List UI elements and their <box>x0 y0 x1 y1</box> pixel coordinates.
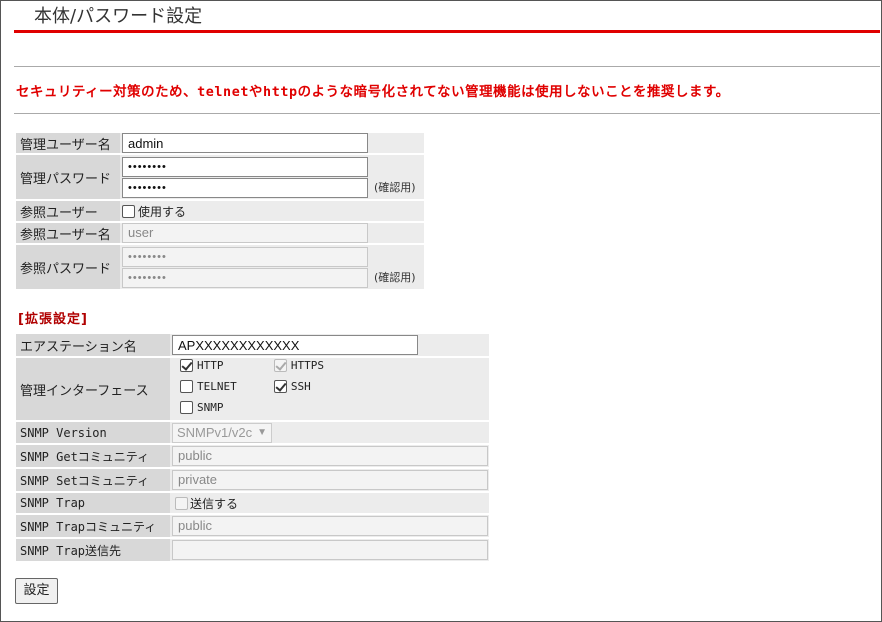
airstation-name-cell <box>170 332 489 356</box>
snmp-trap-label: SNMP Trap <box>16 491 170 513</box>
snmp-trap-dest-input[interactable] <box>172 540 488 560</box>
snmp-trap-send-label: 送信する <box>190 496 239 511</box>
snmp-trap-community-label: SNMP Trapコミュニティ <box>16 513 170 537</box>
ssh-checkbox[interactable] <box>273 380 287 393</box>
airstation-name-label: エアステーション名 <box>16 332 170 356</box>
mgmt-interface-label: 管理インターフェース <box>16 356 170 420</box>
divider <box>14 113 880 114</box>
snmp-checkbox[interactable] <box>180 401 193 414</box>
ref-user-use-label: 使用する <box>138 204 187 219</box>
admin-user-input[interactable] <box>122 133 368 153</box>
admin-password-label: 管理パスワード <box>16 153 120 199</box>
snmp-trap-cell: 送信する <box>170 491 489 513</box>
mgmt-interface-cell: HTTP HTTPS TELNET SSH SNMP <box>170 356 489 420</box>
snmp-trap-dest-label: SNMP Trap送信先 <box>16 537 170 561</box>
ref-password-label: 参照パスワード <box>16 243 120 289</box>
snmp-trap-community-cell: public <box>170 513 489 537</box>
airstation-name-input[interactable] <box>172 335 418 355</box>
ssh-label: SSH <box>290 380 311 393</box>
snmp-set-label: SNMP Setコミュニティ <box>16 467 170 491</box>
ref-user-label: 参照ユーザー <box>16 199 120 221</box>
telnet-checkbox[interactable] <box>180 380 193 393</box>
https-checkbox[interactable] <box>273 359 287 372</box>
snmp-version-cell: SNMPv1/v2c ▼ <box>170 420 489 443</box>
submit-button[interactable]: 設定 <box>15 578 58 604</box>
admin-user-label: 管理ユーザー名 <box>16 131 120 153</box>
ref-user-name-cell: user <box>120 221 424 243</box>
snmp-label: SNMP <box>197 401 224 414</box>
admin-user-cell <box>120 131 424 153</box>
snmp-version-label: SNMP Version <box>16 420 170 443</box>
ref-user-use-checkbox[interactable] <box>122 204 135 218</box>
snmp-trap-dest-cell <box>170 537 489 561</box>
snmp-trap-checkbox[interactable] <box>175 496 188 510</box>
ref-user-name-label: 参照ユーザー名 <box>16 221 120 243</box>
ref-user-name-input[interactable]: user <box>122 223 368 243</box>
snmp-set-cell: private <box>170 467 489 491</box>
http-label: HTTP <box>197 359 224 372</box>
ref-confirm-note: (確認用) <box>374 271 416 284</box>
extended-section-title: [拡張設定] <box>18 312 88 327</box>
admin-password-input[interactable]: •••••••• <box>122 156 368 177</box>
chevron-down-icon: ▼ <box>257 426 267 438</box>
admin-password-confirm-input[interactable]: •••••••• <box>122 177 368 198</box>
basic-settings-table: 管理ユーザー名 管理パスワード •••••••• •••••••• (確認用) 参… <box>16 131 424 289</box>
telnet-label: TELNET <box>197 380 237 393</box>
page-title: 本体/パスワード設定 <box>14 0 880 33</box>
extended-settings-table: エアステーション名 管理インターフェース HTTP HTTPS TELNET S… <box>16 332 489 561</box>
ref-password-confirm-input[interactable]: •••••••• <box>122 267 368 288</box>
snmp-trap-community-input[interactable]: public <box>172 516 488 536</box>
snmp-version-value: SNMPv1/v2c <box>177 424 253 440</box>
security-warning: セキュリティー対策のため、telnetやhttpのような暗号化されてない管理機能… <box>16 85 730 100</box>
divider <box>14 66 880 67</box>
https-label: HTTPS <box>290 359 324 372</box>
confirm-note: (確認用) <box>374 181 416 194</box>
snmp-version-select[interactable]: SNMPv1/v2c ▼ <box>172 422 272 443</box>
admin-password-cell: •••••••• •••••••• (確認用) <box>120 153 424 199</box>
ref-password-cell: •••••••• •••••••• (確認用) <box>120 243 424 289</box>
snmp-get-cell: public <box>170 443 489 467</box>
ref-password-input[interactable]: •••••••• <box>122 246 368 267</box>
snmp-set-input[interactable]: private <box>172 470 488 490</box>
http-checkbox[interactable] <box>180 359 193 372</box>
snmp-get-input[interactable]: public <box>172 446 488 466</box>
ref-user-cell: 使用する <box>120 199 424 221</box>
snmp-get-label: SNMP Getコミュニティ <box>16 443 170 467</box>
